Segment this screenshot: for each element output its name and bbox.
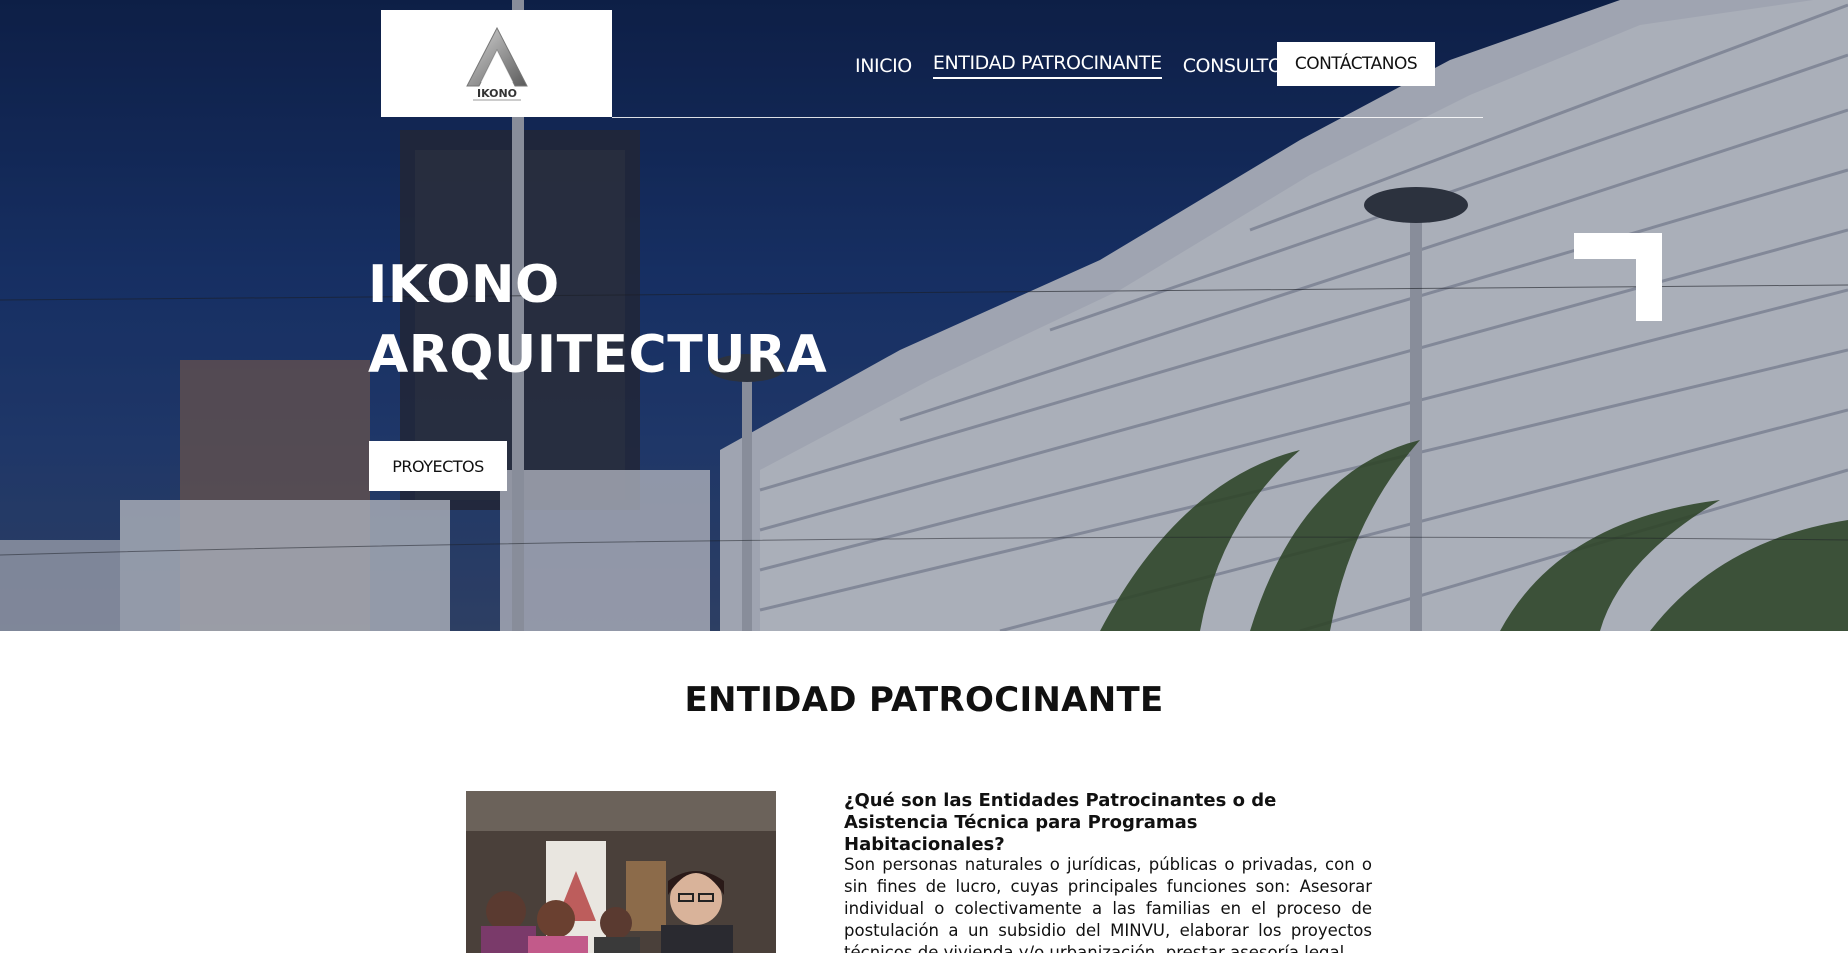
section-question: ¿Qué son las Entidades Patrocinantes o d…	[844, 790, 1277, 855]
site-logo[interactable]: IKONO	[381, 10, 612, 117]
header-divider	[612, 117, 1483, 118]
team-photo	[466, 791, 776, 953]
projects-button[interactable]: PROYECTOS	[369, 441, 507, 491]
team-photo-image	[466, 791, 776, 953]
ikono-logo-icon: IKONO	[465, 26, 528, 100]
nav-entidad-patrocinante[interactable]: ENTIDAD PATROCINANTE	[932, 52, 1162, 79]
hero-title-line2: ARQUITECTURA	[368, 325, 828, 385]
hero-title: IKONO ARQUITECTURA	[368, 250, 827, 390]
hero-title-line1: IKONO	[368, 255, 560, 315]
corner-bracket-icon	[1574, 233, 1662, 321]
logo-text: IKONO	[476, 87, 516, 100]
section-title: ENTIDAD PATROCINANTE	[684, 680, 1164, 720]
hero-banner: IKONO INICIO ENTIDAD PATROCINANTE CONSUL…	[0, 0, 1848, 631]
nav-inicio[interactable]: INICIO	[855, 55, 912, 77]
section-paragraph: Son personas naturales o jurídicas, públ…	[844, 855, 1372, 953]
hero-overlay	[0, 0, 1848, 631]
contact-button[interactable]: CONTÁCTANOS	[1277, 42, 1435, 86]
main-nav: INICIO ENTIDAD PATROCINANTE CONSULTORA	[855, 52, 1328, 79]
